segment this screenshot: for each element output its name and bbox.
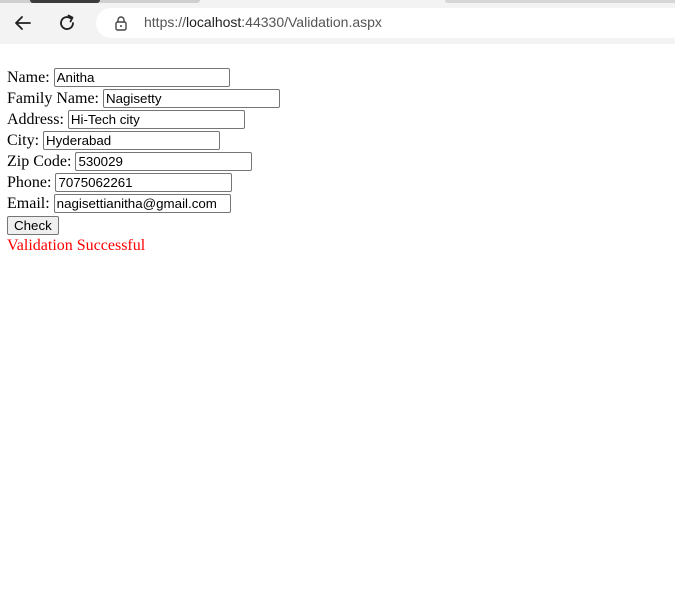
tab-strip-right xyxy=(445,0,675,3)
url-host: localhost xyxy=(186,14,242,30)
url-rest: :44330/Validation.aspx xyxy=(241,14,382,30)
tab-indicator xyxy=(30,0,100,3)
zip-code-input[interactable] xyxy=(75,152,253,171)
arrow-left-icon xyxy=(15,16,31,30)
city-row: City: xyxy=(7,130,280,151)
phone-label: Phone: xyxy=(7,174,52,191)
email-label: Email: xyxy=(7,195,50,212)
back-button[interactable] xyxy=(9,9,37,37)
city-input[interactable] xyxy=(43,131,221,150)
validation-result-message: Validation Successful xyxy=(7,237,146,254)
address-bar[interactable]: https://localhost:44330/Validation.aspx xyxy=(96,8,675,38)
reload-button[interactable] xyxy=(53,9,81,37)
address-input[interactable] xyxy=(67,110,245,129)
name-input[interactable] xyxy=(53,68,230,87)
phone-row: Phone: xyxy=(7,172,280,193)
address-row: Address: xyxy=(7,109,280,130)
url-prefix: https:// xyxy=(144,14,187,30)
family-name-label: Family Name: xyxy=(7,90,99,107)
name-row: Name: xyxy=(7,67,280,88)
url-text[interactable]: https://localhost:44330/Validation.aspx xyxy=(144,14,382,30)
check-row: Check xyxy=(7,214,280,235)
address-label: Address: xyxy=(7,111,64,128)
browser-toolbar: https://localhost:44330/Validation.aspx xyxy=(0,0,675,44)
zip-code-row: Zip Code: xyxy=(7,151,280,172)
validation-form: Name: Family Name: Address: City: Zip Co… xyxy=(7,67,280,256)
email-input[interactable] xyxy=(53,194,231,213)
zip-code-label: Zip Code: xyxy=(7,153,72,170)
email-row: Email: xyxy=(7,193,280,214)
reload-icon xyxy=(60,14,74,30)
name-label: Name: xyxy=(7,69,50,86)
family-name-input[interactable] xyxy=(102,89,280,108)
lock-icon[interactable] xyxy=(113,15,129,31)
city-label: City: xyxy=(7,132,40,149)
phone-input[interactable] xyxy=(55,173,233,192)
check-button[interactable]: Check xyxy=(7,215,59,235)
family-name-row: Family Name: xyxy=(7,88,280,109)
